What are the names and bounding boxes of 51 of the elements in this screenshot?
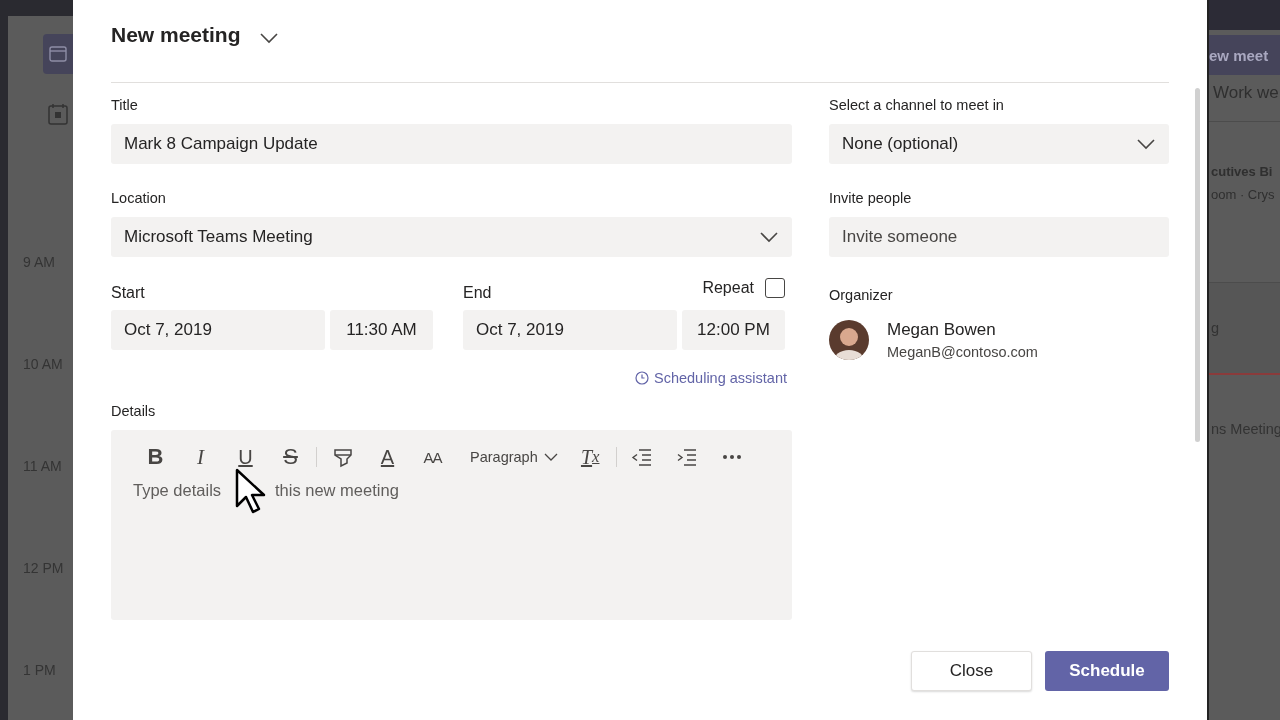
- placeholder-text: this new meeting: [275, 481, 399, 500]
- organizer-name: Megan Bowen: [887, 320, 997, 340]
- field-label: End: [463, 284, 492, 302]
- underline-button[interactable]: U: [223, 442, 268, 472]
- paragraph-dropdown[interactable]: Paragraph: [460, 442, 568, 472]
- avatar: [829, 320, 869, 360]
- start-date-field[interactable]: Oct 7, 2019: [111, 310, 325, 350]
- organizer-email: MeganB@contoso.com: [887, 344, 1038, 360]
- close-button[interactable]: Close: [911, 651, 1032, 691]
- repeat-checkbox[interactable]: [765, 278, 785, 298]
- field-label: Invite people: [829, 190, 913, 208]
- field-value: Microsoft Teams Meeting: [124, 227, 313, 247]
- location-dropdown[interactable]: Microsoft Teams Meeting: [111, 217, 792, 257]
- field-label: Location: [111, 190, 167, 208]
- new-meeting-button[interactable]: ew meet: [1209, 35, 1280, 75]
- chevron-down-icon: [543, 453, 558, 461]
- more-options-icon[interactable]: [722, 454, 743, 460]
- end-date-field[interactable]: Oct 7, 2019: [463, 310, 677, 350]
- field-label: Organizer: [829, 287, 894, 305]
- end-time-field[interactable]: 12:00 PM: [682, 310, 785, 350]
- increase-indent-icon[interactable]: [676, 446, 699, 468]
- highlighter-icon[interactable]: [331, 446, 354, 468]
- placeholder-text: Type details: [133, 481, 222, 500]
- font-size-button[interactable]: AA: [410, 442, 455, 472]
- title-field[interactable]: Mark 8 Campaign Update: [111, 124, 792, 164]
- calendar-button[interactable]: [43, 34, 73, 74]
- scheduling-assistant-link[interactable]: Scheduling assistant: [635, 370, 787, 386]
- schedule-button[interactable]: Schedule: [1045, 651, 1169, 691]
- chevron-down-icon: [1136, 138, 1156, 150]
- field-value: None (optional): [842, 134, 959, 154]
- field-label: Title: [111, 97, 139, 115]
- field-label: Select a channel to meet in: [829, 97, 1005, 115]
- mouse-pointer-icon: [235, 468, 267, 515]
- chevron-down-icon: [759, 231, 779, 243]
- scrollbar[interactable]: [1195, 88, 1200, 442]
- current-time-line: [1209, 373, 1280, 375]
- invite-people-field[interactable]: Invite someone: [829, 217, 1169, 257]
- start-time-field[interactable]: 11:30 AM: [330, 310, 433, 350]
- calendar-icon: [49, 45, 67, 63]
- clock-icon: [635, 371, 649, 385]
- bold-button[interactable]: B: [133, 442, 178, 472]
- italic-button[interactable]: I: [178, 442, 223, 472]
- channel-dropdown[interactable]: None (optional): [829, 124, 1169, 164]
- title-bar: [1209, 0, 1280, 30]
- field-label: Details: [111, 403, 157, 421]
- decrease-indent-icon[interactable]: [631, 446, 654, 468]
- strikethrough-button[interactable]: S: [268, 442, 313, 472]
- field-label: Start: [111, 284, 145, 302]
- dialog-title: New meeting: [111, 23, 241, 48]
- font-color-button[interactable]: A: [365, 442, 410, 472]
- repeat-label: Repeat: [702, 279, 754, 297]
